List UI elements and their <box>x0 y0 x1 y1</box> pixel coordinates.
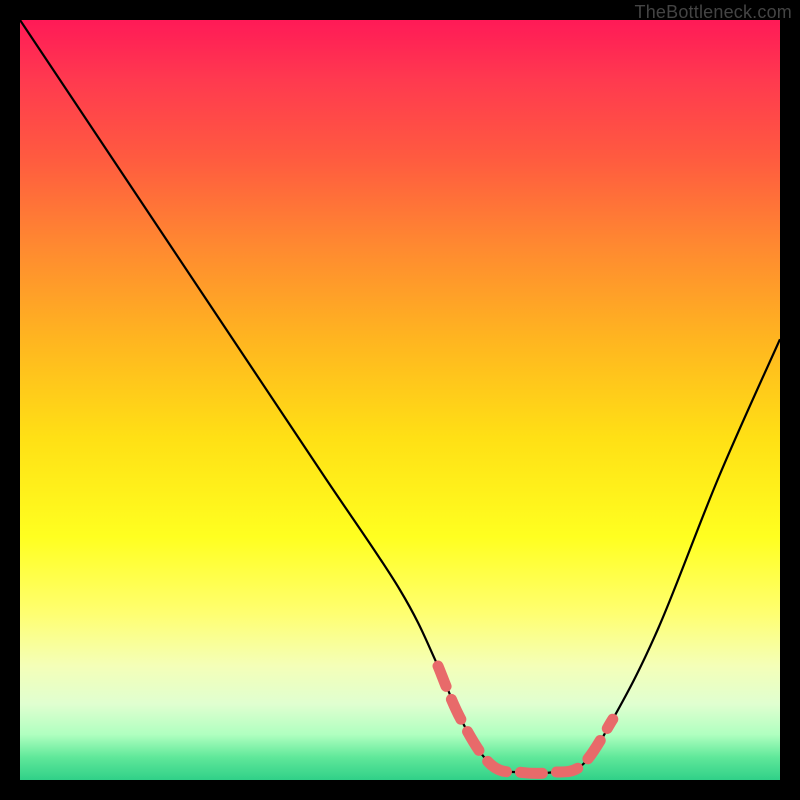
optimal-range-highlight <box>438 666 613 773</box>
bottleneck-curve-path <box>20 20 780 773</box>
plot-area <box>20 20 780 780</box>
curve-layer <box>20 20 780 780</box>
chart-frame: TheBottleneck.com <box>0 0 800 800</box>
